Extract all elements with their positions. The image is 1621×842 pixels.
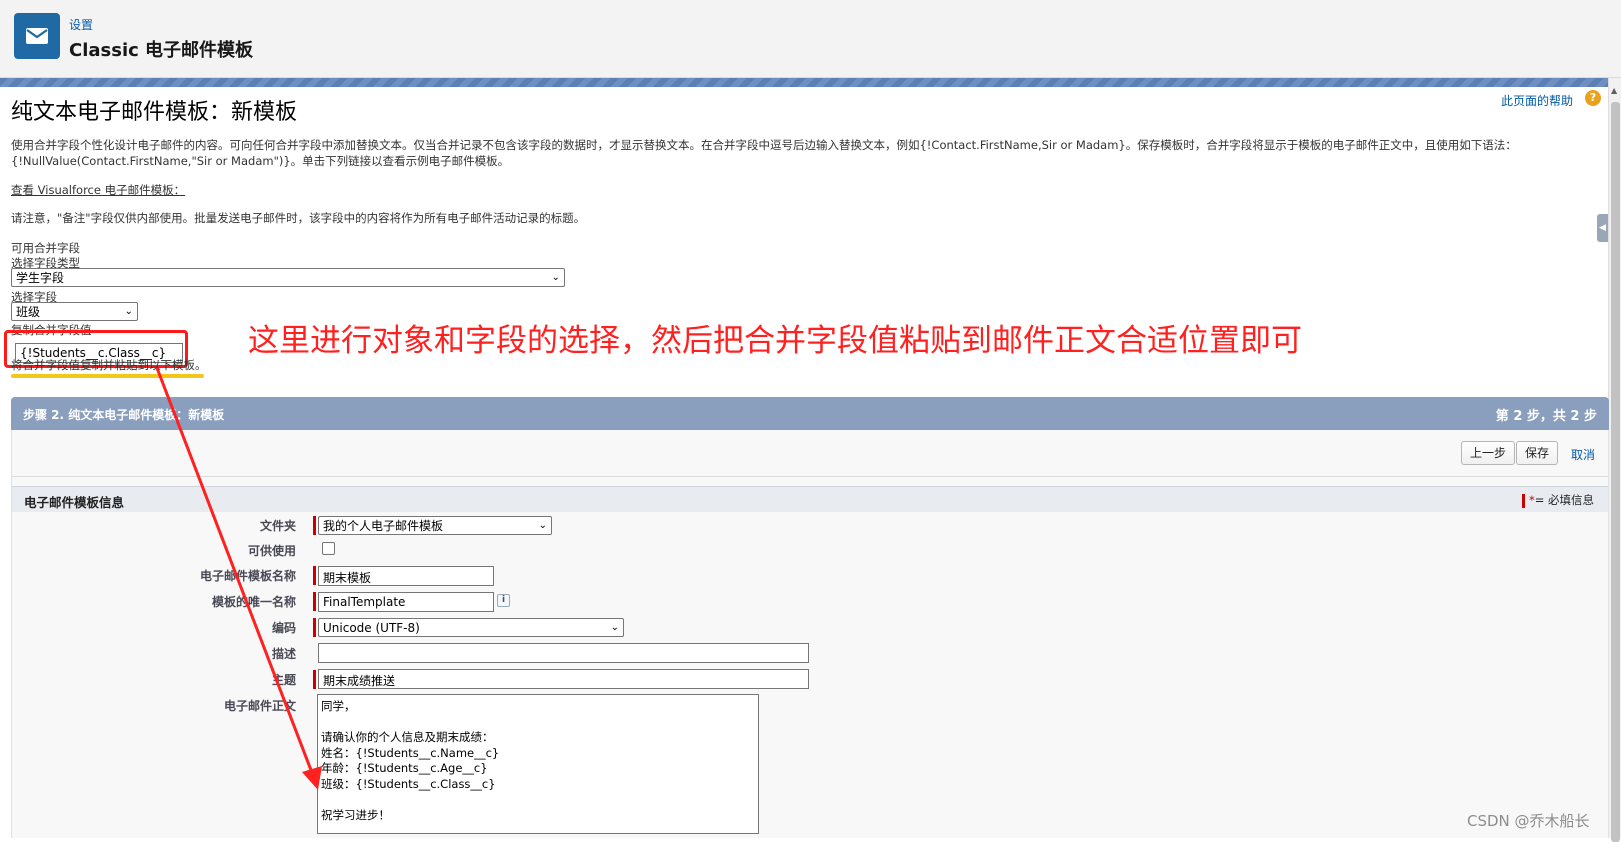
merge-fields-heading: 可用合并字段 xyxy=(11,241,80,255)
step-progress: 第 2 步，共 2 步 xyxy=(1495,409,1597,424)
save-button[interactable]: 保存 xyxy=(1516,441,1559,465)
chevron-down-icon: ⌄ xyxy=(538,520,547,531)
field-value: 班级 xyxy=(16,305,41,319)
required-marker xyxy=(313,566,316,585)
template-name-label: 电子邮件模板名称 xyxy=(199,569,296,583)
encoding-label: 编码 xyxy=(271,621,296,635)
chevron-down-icon: ⌄ xyxy=(610,622,619,633)
description-input[interactable] xyxy=(318,643,809,663)
description-label: 描述 xyxy=(271,647,296,661)
scroll-up-icon[interactable]: ▲ xyxy=(1611,86,1617,95)
encoding-value: Unicode (UTF-8) xyxy=(323,620,420,635)
highlight-underline xyxy=(11,374,204,378)
help-link[interactable]: 此页面的帮助 xyxy=(1501,92,1573,109)
cancel-link[interactable]: 取消 xyxy=(1571,446,1595,463)
required-marker xyxy=(313,592,316,611)
subject-input[interactable]: 期末成绩推送 xyxy=(318,669,809,689)
email-body-label: 电子邮件正文 xyxy=(223,699,296,713)
required-marker xyxy=(313,618,316,637)
previous-button[interactable]: 上一步 xyxy=(1461,441,1516,465)
required-marker xyxy=(313,670,316,689)
vertical-scrollbar[interactable]: ▲ xyxy=(1608,78,1621,842)
info-icon[interactable]: i xyxy=(497,594,510,607)
unique-name-label: 模板的唯一名称 xyxy=(211,595,296,609)
divider xyxy=(12,476,1608,477)
chevron-down-icon: ⌄ xyxy=(124,306,133,317)
watermark: CSDN @乔木船长 xyxy=(1467,812,1590,830)
email-body-textarea[interactable]: 同学， 请确认你的个人信息及期末成绩： 姓名：{!Students__c.Nam… xyxy=(317,694,759,834)
template-name-input[interactable]: 期末模板 xyxy=(318,566,494,586)
required-marker xyxy=(1521,493,1525,508)
encoding-select[interactable]: Unicode (UTF-8) ⌄ xyxy=(318,618,624,637)
intro-line-2: {!NullValue(Contact.FirstName,"Sir or Ma… xyxy=(11,154,510,168)
required-legend-text: = 必填信息 xyxy=(1534,493,1594,507)
app-header: 设置 Classic 电子邮件模板 xyxy=(0,0,1621,78)
help-icon[interactable]: ? xyxy=(1585,90,1601,106)
intro-text: 使用合并字段个性化设计电子邮件的内容。可向任何合并字段中添加替换文本。仅当合并记… xyxy=(11,137,1601,169)
available-label: 可供使用 xyxy=(247,544,296,558)
required-legend: *= 必填信息 xyxy=(1521,492,1594,508)
unique-name-input[interactable]: FinalTemplate xyxy=(318,592,494,612)
intro-line-1: 使用合并字段个性化设计电子邮件的内容。可向任何合并字段中添加替换文本。仅当合并记… xyxy=(11,138,1517,152)
envelope-icon xyxy=(14,13,60,59)
note-text: 请注意，"备注"字段仅供内部使用。批量发送电子邮件时，该字段中的内容将作为所有电… xyxy=(11,211,586,225)
visualforce-templates-link[interactable]: 查看 Visualforce 电子邮件模板： xyxy=(11,182,185,198)
collapse-sidebar-icon[interactable]: ◀ xyxy=(1597,214,1608,242)
copy-hint: 将合并字段值复制并粘贴到以下模板。 xyxy=(11,358,207,372)
decorative-band xyxy=(0,78,1608,87)
section-title: 电子邮件模板信息 xyxy=(24,495,125,510)
chevron-down-icon: ⌄ xyxy=(551,272,560,283)
folder-select[interactable]: 我的个人电子邮件模板 ⌄ xyxy=(318,516,552,535)
app-title: Classic 电子邮件模板 xyxy=(69,40,254,61)
step-header: 步骤 2. 纯文本电子邮件模板：新模板 第 2 步，共 2 步 xyxy=(11,397,1609,430)
subject-label: 主题 xyxy=(271,673,296,687)
step-title: 步骤 2. 纯文本电子邮件模板：新模板 xyxy=(23,408,225,422)
annotation-text: 这里进行对象和字段的选择，然后把合并字段值粘贴到邮件正文合适位置即可 xyxy=(248,323,1302,359)
field-type-select[interactable]: 学生字段 ⌄ xyxy=(11,268,565,287)
breadcrumb-setup[interactable]: 设置 xyxy=(69,16,93,33)
section-header: 电子邮件模板信息 *= 必填信息 xyxy=(12,486,1608,512)
page-title: 纯文本电子邮件模板：新模板 xyxy=(11,100,298,125)
folder-value: 我的个人电子邮件模板 xyxy=(323,519,444,533)
available-checkbox[interactable] xyxy=(322,542,335,555)
scrollbar-thumb[interactable] xyxy=(1611,102,1620,842)
folder-label: 文件夹 xyxy=(259,519,296,533)
field-select[interactable]: 班级 ⌄ xyxy=(11,302,138,321)
required-marker xyxy=(313,516,316,535)
field-type-value: 学生字段 xyxy=(16,271,65,285)
